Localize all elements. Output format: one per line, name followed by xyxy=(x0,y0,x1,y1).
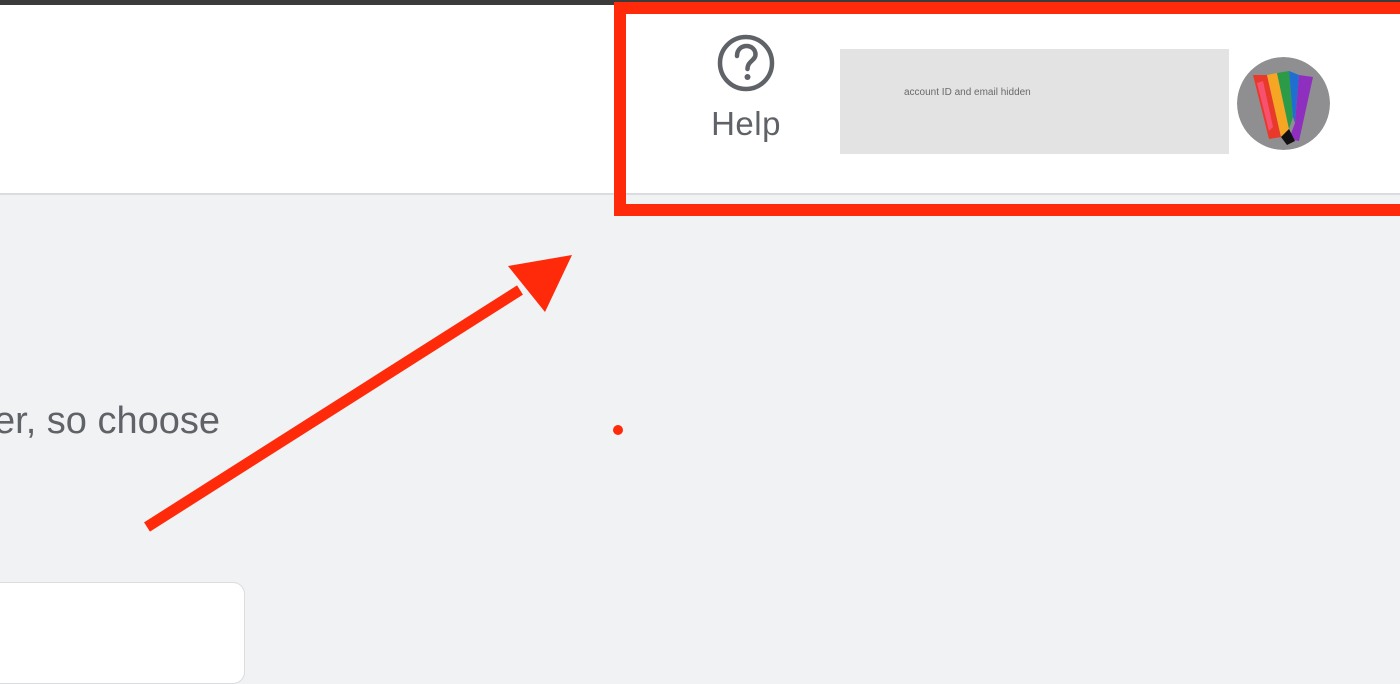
content-card[interactable] xyxy=(0,582,245,684)
avatar[interactable] xyxy=(1237,57,1330,150)
description-text: er, so choose xyxy=(0,400,221,442)
help-circle-icon xyxy=(717,34,775,92)
help-label: Help xyxy=(711,105,781,142)
account-info[interactable]: account ID and email hidden xyxy=(840,49,1229,154)
rainbow-w-avatar-icon xyxy=(1237,57,1330,150)
top-header: Help account ID and email hidden xyxy=(0,5,1400,195)
help-button[interactable]: Help xyxy=(700,33,792,153)
account-redaction-label: account ID and email hidden xyxy=(904,87,1031,98)
